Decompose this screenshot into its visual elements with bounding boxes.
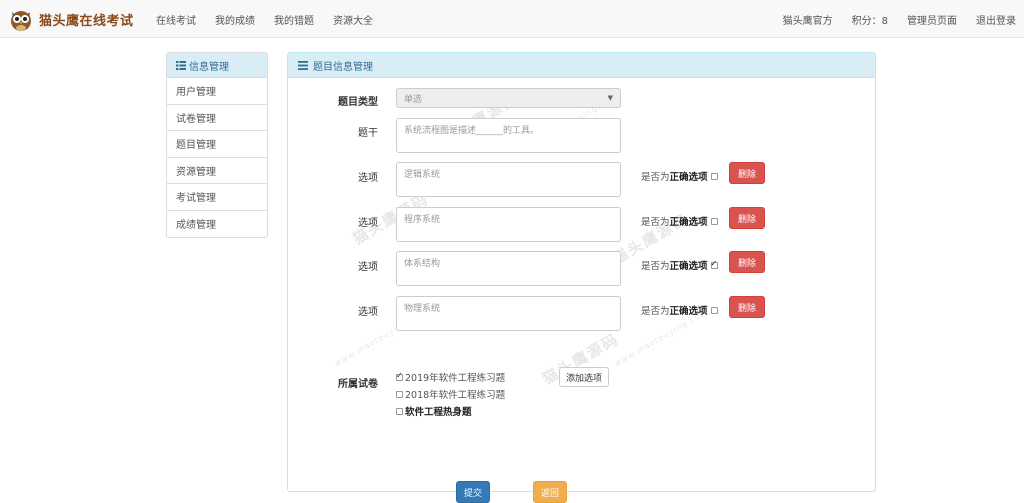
stem-label: 题干 [358, 128, 378, 139]
correct-prefix: 是否为 [641, 306, 670, 317]
submit-button[interactable]: 提交 [456, 481, 490, 503]
question-panel: 题目信息管理 猫头鹰源码 www.maotouying.com 猫头鹰源码 猫头… [287, 52, 876, 503]
correct-prefix: 是否为 [641, 172, 670, 183]
delete-option-button-4[interactable]: 删除 [729, 296, 765, 318]
sidebar-header: 信息管理 [167, 53, 267, 78]
correct-checkbox-4[interactable] [710, 306, 718, 314]
list-icon [176, 60, 186, 70]
correct-bold: 正确选项 [669, 172, 708, 183]
sidebar-item-questions[interactable]: 题目管理 [167, 131, 267, 158]
brand-title: 猫头鹰在线考试 [39, 13, 134, 29]
correct-checkbox-1[interactable] [710, 172, 718, 180]
menu-lines-icon [298, 60, 308, 70]
option-input-2[interactable]: 程序系统 [396, 207, 621, 242]
owl-logo-icon [8, 6, 34, 32]
sidebar-item-resources[interactable]: 资源管理 [167, 158, 267, 184]
correct-option-toggle-3: 是否为 正确选项 [641, 258, 718, 272]
correct-option-toggle-1: 是否为 正确选项 [641, 169, 718, 183]
stem-textarea[interactable]: 系统流程图是描述______的工具。 [396, 118, 621, 153]
add-option-button[interactable]: 添加选项 [559, 367, 609, 387]
logout-link[interactable]: 退出登录 [976, 12, 1016, 27]
correct-bold: 正确选项 [669, 217, 708, 228]
type-select-value: 单选 [404, 94, 423, 105]
nav-resources[interactable]: 资源大全 [333, 12, 373, 27]
paper-label: 所属试卷 [338, 379, 378, 390]
nav-online-exam[interactable]: 在线考试 [156, 12, 196, 27]
correct-prefix: 是否为 [641, 261, 670, 272]
paper-checkbox-2[interactable] [396, 390, 403, 398]
user-nav: 猫头鹰官方 积分：8 管理员页面 退出登录 [764, 0, 1016, 38]
delete-option-button-3[interactable]: 删除 [729, 251, 765, 273]
delete-option-button-2[interactable]: 删除 [729, 207, 765, 229]
option-label: 选项 [358, 262, 378, 273]
caret-down-icon: ▼ [607, 94, 613, 102]
paper-checkbox-row-2[interactable]: 2018年软件工程练习题 [396, 387, 505, 401]
option-input-1[interactable]: 逻辑系统 [396, 162, 621, 197]
sidebar-item-exams[interactable]: 考试管理 [167, 184, 267, 211]
paper-name-1: 2019年软件工程练习题 [405, 373, 506, 384]
sidebar-item-users[interactable]: 用户管理 [167, 78, 267, 105]
panel-title: 题目信息管理 [313, 61, 373, 73]
top-navbar: 猫头鹰在线考试 在线考试 我的成绩 我的错题 资源大全 猫头鹰官方 积分：8 管… [0, 0, 1024, 38]
option-input-4[interactable]: 物理系统 [396, 296, 621, 331]
paper-checkbox-row-3[interactable]: 软件工程热身题 [396, 404, 472, 418]
correct-bold: 正确选项 [669, 306, 708, 317]
paper-name-3: 软件工程热身题 [405, 407, 472, 418]
correct-option-toggle-4: 是否为 正确选项 [641, 303, 718, 317]
paper-checkbox-1[interactable] [396, 371, 403, 381]
nav-my-scores[interactable]: 我的成绩 [215, 12, 255, 27]
paper-checkbox-row-1[interactable]: 2019年软件工程练习题 [396, 370, 505, 384]
type-select[interactable]: 单选 ▼ [396, 88, 621, 108]
correct-checkbox-2[interactable] [710, 217, 718, 225]
sidebar-title: 信息管理 [189, 61, 229, 73]
option-label: 选项 [358, 307, 378, 318]
admin-page-link[interactable]: 管理员页面 [907, 12, 957, 27]
paper-checkbox-3[interactable] [396, 407, 403, 415]
panel-header: 题目信息管理 [288, 53, 875, 78]
delete-option-button-1[interactable]: 删除 [729, 162, 765, 184]
correct-option-toggle-2: 是否为 正确选项 [641, 214, 718, 228]
correct-bold: 正确选项 [669, 261, 708, 272]
sidebar-item-scores[interactable]: 成绩管理 [167, 211, 267, 238]
sidebar-item-papers[interactable]: 试卷管理 [167, 105, 267, 131]
option-input-3[interactable]: 体系结构 [396, 251, 621, 286]
option-label: 选项 [358, 173, 378, 184]
user-name-link[interactable]: 猫头鹰官方 [783, 12, 833, 27]
points-display: 积分：8 [851, 15, 888, 27]
correct-prefix: 是否为 [641, 217, 670, 228]
paper-name-2: 2018年软件工程练习题 [405, 390, 506, 401]
brand[interactable]: 猫头鹰在线考试 [8, 5, 134, 33]
type-label: 题目类型 [338, 97, 378, 108]
option-label: 选项 [358, 218, 378, 229]
correct-checkbox-3[interactable] [710, 259, 718, 269]
sidebar: 信息管理 用户管理 试卷管理 题目管理 资源管理 考试管理 成绩管理 [166, 52, 268, 238]
main-nav: 在线考试 我的成绩 我的错题 资源大全 [156, 0, 392, 38]
nav-my-mistakes[interactable]: 我的错题 [274, 12, 314, 27]
back-button[interactable]: 返回 [533, 481, 567, 503]
